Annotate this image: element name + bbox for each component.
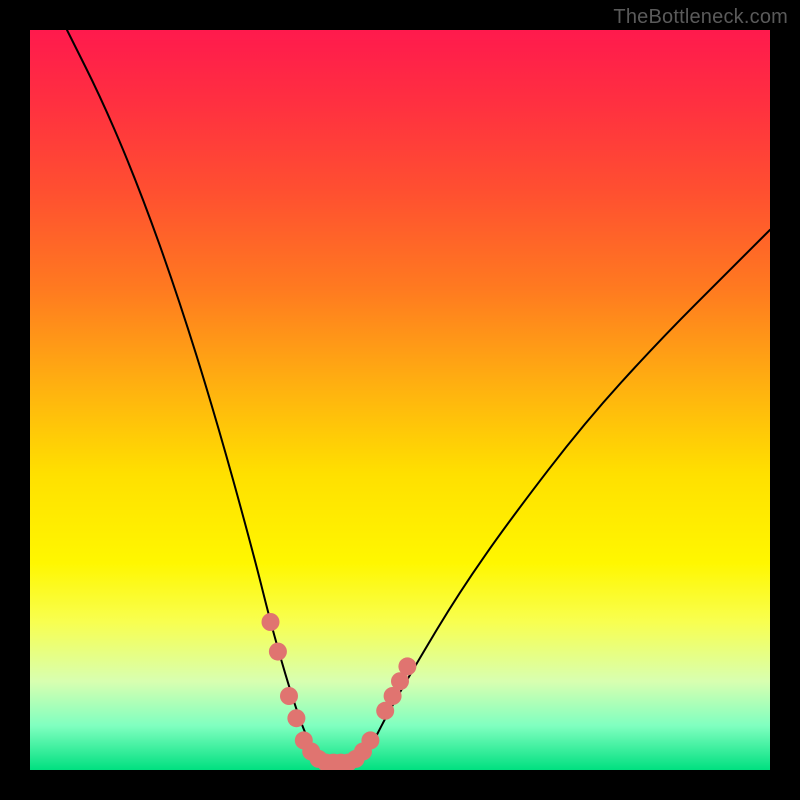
highlight-dot: [287, 709, 305, 727]
highlight-dot: [269, 643, 287, 661]
highlight-dot: [361, 731, 379, 749]
highlight-dots: [262, 613, 417, 770]
highlight-dot: [280, 687, 298, 705]
highlight-dot: [398, 657, 416, 675]
plot-area: [30, 30, 770, 770]
watermark-text: TheBottleneck.com: [613, 6, 788, 29]
curve-svg: [30, 30, 770, 770]
chart-frame: TheBottleneck.com: [0, 0, 800, 800]
bottleneck-curve: [67, 30, 770, 763]
highlight-dot: [262, 613, 280, 631]
